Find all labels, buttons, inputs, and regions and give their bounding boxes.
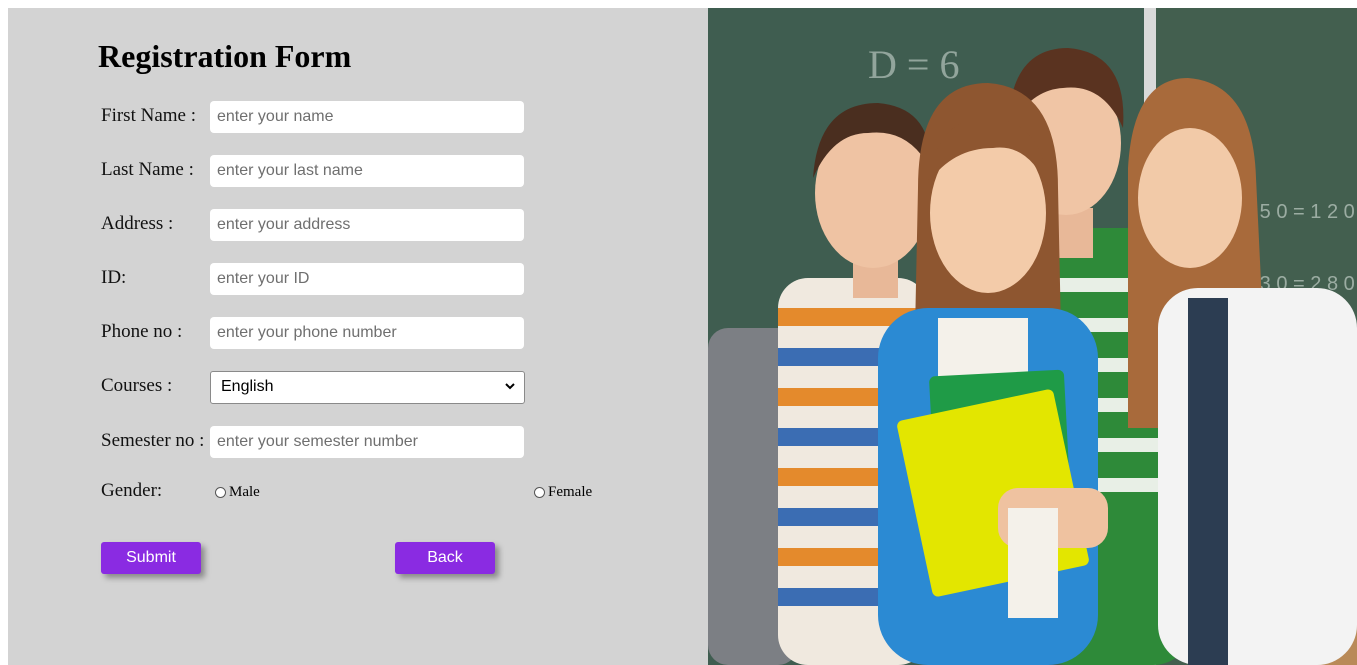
gender-option-female[interactable]: Female [534, 484, 592, 501]
gender-option-male[interactable]: Male [215, 484, 260, 501]
female-radio-label: Female [548, 484, 593, 500]
semester-input[interactable] [210, 426, 524, 458]
address-input[interactable] [210, 209, 524, 241]
students-illustration: D = 6 1 5 0 = 1 2 0 1 3 0 = 2 8 0 [708, 8, 1357, 665]
phone-label: Phone no : [101, 321, 183, 342]
form-title: Registration Form [98, 38, 352, 74]
gender-label: Gender: [101, 480, 163, 501]
id-label: ID: [101, 267, 127, 288]
back-button[interactable]: Back [395, 542, 495, 574]
address-label: Address : [101, 213, 174, 234]
male-radio-label: Male [229, 484, 260, 500]
semester-label: Semester no : [101, 430, 205, 451]
chevron-down-icon [505, 383, 515, 390]
submit-button[interactable]: Submit [101, 542, 201, 574]
first-name-input[interactable] [210, 101, 524, 133]
registration-form-panel: Registration Form First Name : Last Name… [8, 8, 708, 665]
chalk-formula-2: 1 5 0 = 1 2 0 [1243, 201, 1355, 223]
id-input[interactable] [210, 263, 524, 295]
first-name-label: First Name : [101, 105, 196, 126]
courses-select[interactable]: English [210, 371, 525, 404]
female-radio[interactable] [534, 487, 545, 498]
last-name-input[interactable] [210, 155, 524, 187]
courses-label: Courses : [101, 375, 173, 396]
phone-input[interactable] [210, 317, 524, 349]
chalk-formula-1: D = 6 [868, 42, 959, 87]
courses-selected-value: English [221, 378, 274, 395]
male-radio[interactable] [215, 487, 226, 498]
students-photo: D = 6 1 5 0 = 1 2 0 1 3 0 = 2 8 0 [708, 8, 1357, 665]
last-name-label: Last Name : [101, 159, 194, 180]
